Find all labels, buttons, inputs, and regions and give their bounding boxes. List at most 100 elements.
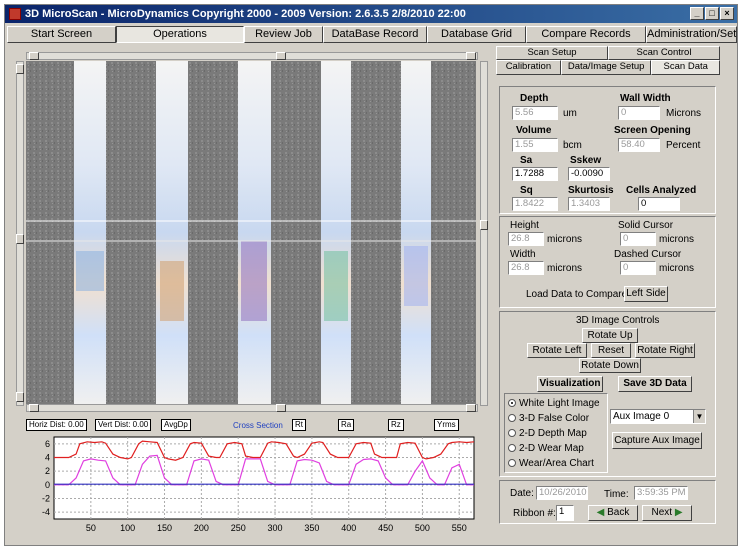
tab-calibration[interactable]: Calibration bbox=[496, 60, 561, 75]
tab-scan-setup[interactable]: Scan Setup bbox=[496, 46, 608, 60]
scroll-thumb-bottom-center[interactable] bbox=[276, 404, 286, 412]
aux-image-select[interactable]: Aux Image 0 ▼ bbox=[610, 409, 706, 424]
subtabs-row-1: Scan Setup Scan Control bbox=[496, 46, 720, 60]
sq-field[interactable]: 1.8422 bbox=[512, 197, 558, 211]
scroll-thumb-left[interactable] bbox=[29, 52, 39, 60]
vscroll-thumb-top[interactable] bbox=[16, 64, 24, 74]
option-white-light[interactable]: White Light Image bbox=[508, 398, 600, 409]
ribbon-label: Ribbon #: bbox=[513, 508, 556, 519]
rotate-up-button[interactable]: Rotate Up bbox=[582, 328, 638, 343]
capture-aux-image-button[interactable]: Capture Aux Image bbox=[612, 432, 702, 449]
back-button[interactable]: ◀ Back bbox=[588, 505, 638, 521]
y-tick-label: 6 bbox=[45, 439, 50, 449]
wall-width-label: Wall Width bbox=[620, 93, 671, 104]
maximize-button[interactable]: □ bbox=[705, 7, 719, 20]
visualization-button[interactable]: Visualization bbox=[537, 376, 603, 392]
vscroll-thumb-bottom[interactable] bbox=[16, 392, 24, 402]
yrms-button[interactable]: Yrms bbox=[434, 419, 459, 431]
close-button[interactable]: × bbox=[720, 7, 734, 20]
tab-review-job[interactable]: Review Job bbox=[244, 26, 323, 43]
image-right-scrollbar[interactable] bbox=[480, 61, 488, 406]
left-side-button[interactable]: Left Side bbox=[624, 286, 668, 302]
next-label: Next bbox=[651, 507, 673, 518]
reset-button[interactable]: Reset bbox=[591, 343, 631, 358]
avgdp-button[interactable]: AvgDp bbox=[161, 419, 191, 431]
rotate-right-button[interactable]: Rotate Right bbox=[635, 343, 695, 358]
tab-operations[interactable]: Operations bbox=[116, 26, 244, 43]
radio-icon bbox=[508, 444, 516, 452]
date-field[interactable]: 10/26/2010 bbox=[536, 486, 588, 500]
tab-compare-records[interactable]: Compare Records bbox=[526, 26, 646, 43]
y-tick-label: -4 bbox=[42, 507, 50, 517]
next-button[interactable]: Next ▶ bbox=[642, 505, 692, 521]
image-top-scrollbar[interactable] bbox=[26, 52, 478, 60]
tab-database-grid[interactable]: Database Grid bbox=[427, 26, 526, 43]
date-label: Date: bbox=[510, 488, 534, 499]
x-tick-label: 550 bbox=[452, 523, 467, 533]
scroll-thumb-right[interactable] bbox=[466, 52, 476, 60]
time-field[interactable]: 3:59:35 PM bbox=[634, 486, 688, 500]
width-field[interactable]: 26.8 bbox=[508, 261, 544, 275]
volume-field[interactable]: 1.55 bbox=[512, 138, 558, 152]
microscope-image-view[interactable] bbox=[26, 61, 476, 404]
cross-section-label: Cross Section bbox=[233, 421, 283, 430]
cells-analyzed-field[interactable]: 0 bbox=[638, 197, 680, 211]
vert-dist-button[interactable]: Vert Dist: 0.00 bbox=[95, 419, 152, 431]
dashed-cursor-unit: microns bbox=[659, 263, 695, 274]
tab-start-screen[interactable]: Start Screen bbox=[7, 26, 116, 43]
vscroll-thumb-right[interactable] bbox=[480, 220, 488, 230]
tab-scan-control[interactable]: Scan Control bbox=[608, 46, 720, 60]
image-bottom-scrollbar[interactable] bbox=[26, 404, 478, 412]
option-2d-wear-map[interactable]: 2-D Wear Map bbox=[508, 443, 584, 454]
rotate-down-button[interactable]: Rotate Down bbox=[579, 358, 641, 373]
ribbon-field[interactable]: 1 bbox=[556, 505, 574, 521]
tab-administration-setup[interactable]: Administration/Setup bbox=[646, 26, 737, 43]
screen-opening-label: Screen Opening bbox=[614, 125, 691, 136]
option-3d-false-color[interactable]: 3-D False Color bbox=[508, 413, 589, 424]
option-2d-depth-map[interactable]: 2-D Depth Map bbox=[508, 428, 587, 439]
scroll-thumb-bottom-right[interactable] bbox=[466, 404, 476, 412]
cursor-panel: Height 26.8 microns Solid Cursor 0 micro… bbox=[499, 216, 716, 308]
x-tick-label: 500 bbox=[415, 523, 430, 533]
depth-unit: um bbox=[563, 108, 577, 119]
rt-button[interactable]: Rt bbox=[292, 419, 306, 431]
ra-button[interactable]: Ra bbox=[338, 419, 355, 431]
radio-icon bbox=[508, 414, 516, 422]
x-tick-label: 50 bbox=[86, 523, 96, 533]
title-bar: 3D MicroScan - MicroDynamics Copyright 2… bbox=[5, 5, 737, 23]
back-label: Back bbox=[607, 507, 630, 518]
scroll-thumb-center[interactable] bbox=[276, 52, 286, 60]
solid-cursor-field[interactable]: 0 bbox=[620, 232, 656, 246]
save-3d-data-button[interactable]: Save 3D Data bbox=[618, 376, 692, 392]
subtabs-row-2: Calibration Data/Image Setup Scan Data bbox=[496, 60, 720, 75]
image-left-scrollbar[interactable] bbox=[16, 61, 24, 406]
chevron-down-icon[interactable]: ▼ bbox=[693, 410, 705, 423]
visualization-options: White Light Image 3-D False Color 2-D De… bbox=[504, 393, 608, 473]
depth-field[interactable]: 5.56 bbox=[512, 106, 558, 120]
option-wear-area-chart[interactable]: Wear/Area Chart bbox=[508, 458, 594, 469]
vscroll-thumb-mid[interactable] bbox=[16, 234, 24, 244]
scan-data-panel: Depth 5.56 um Wall Width 0 Microns Volum… bbox=[499, 86, 716, 214]
tab-data-image-setup[interactable]: Data/Image Setup bbox=[560, 60, 652, 75]
x-tick-label: 350 bbox=[304, 523, 319, 533]
height-field[interactable]: 26.8 bbox=[508, 232, 544, 246]
x-tick-label: 150 bbox=[157, 523, 172, 533]
main-tabs: Start Screen Operations Review Job DataB… bbox=[7, 26, 737, 44]
sa-field[interactable]: 1.7288 bbox=[512, 167, 558, 181]
horiz-dist-button[interactable]: Horiz Dist: 0.00 bbox=[26, 419, 87, 431]
x-tick-label: 450 bbox=[378, 523, 393, 533]
rotate-left-button[interactable]: Rotate Left bbox=[527, 343, 587, 358]
cross-section-chart[interactable]: 50 100 150 200 250 300 350 400 450 500 550 6 4 2 0 -2 -4 bbox=[24, 433, 480, 539]
sskew-field[interactable]: -0.0090 bbox=[568, 167, 610, 181]
screen-opening-field[interactable]: 58.40 bbox=[618, 138, 660, 152]
tab-scan-data[interactable]: Scan Data bbox=[651, 60, 720, 75]
skurtosis-field[interactable]: 1.3403 bbox=[568, 197, 610, 211]
tab-database-record[interactable]: DataBase Record bbox=[323, 26, 427, 43]
dashed-cursor-field[interactable]: 0 bbox=[620, 261, 656, 275]
scroll-thumb-bottom-left[interactable] bbox=[29, 404, 39, 412]
width-unit: microns bbox=[547, 263, 583, 274]
rz-button[interactable]: Rz bbox=[388, 419, 404, 431]
minimize-button[interactable]: _ bbox=[690, 7, 704, 20]
option-label: Wear/Area Chart bbox=[519, 458, 594, 469]
wall-width-field[interactable]: 0 bbox=[618, 106, 660, 120]
